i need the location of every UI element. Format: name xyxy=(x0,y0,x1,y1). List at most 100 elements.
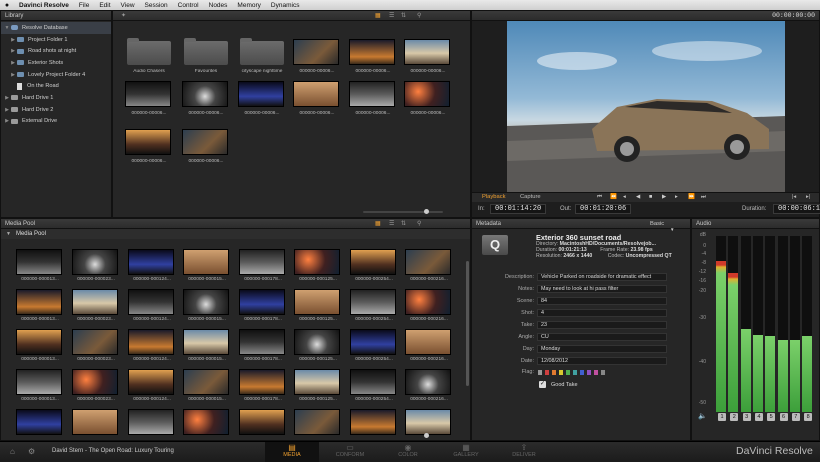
clip-thumbnail[interactable] xyxy=(404,81,450,107)
clip-thumbnail[interactable] xyxy=(293,81,339,107)
media-clip-thumbnail[interactable] xyxy=(405,369,451,395)
play-reverse-icon[interactable]: ◀ xyxy=(636,194,640,200)
tree-item[interactable]: ▼ Resolve Database xyxy=(1,22,111,34)
collapsed-triangle-icon[interactable]: ▶ xyxy=(3,95,11,101)
tree-item[interactable]: On the Road xyxy=(1,80,111,92)
apple-icon[interactable]: ● xyxy=(0,2,14,9)
media-clip-thumbnail[interactable] xyxy=(72,369,118,395)
tree-item[interactable]: ▶ Lovely Project Folder 4 xyxy=(1,69,111,81)
media-clip-thumbnail[interactable] xyxy=(405,409,451,435)
in-timecode[interactable]: 00:01:14:20 xyxy=(490,204,547,214)
pool-zoom-slider-handle[interactable] xyxy=(424,433,429,438)
channel-button[interactable]: 1 xyxy=(718,413,726,421)
tree-item[interactable]: ▶ Project Folder 1 xyxy=(1,34,111,46)
star-icon[interactable]: ✦ xyxy=(121,12,126,19)
tab-media[interactable]: ▤ MEDIA xyxy=(265,442,319,462)
folder-icon[interactable] xyxy=(184,38,228,65)
clip-thumbnail[interactable] xyxy=(182,129,228,155)
flag-icon[interactable] xyxy=(580,370,584,375)
channel-button[interactable]: 8 xyxy=(804,413,813,421)
speaker-icon[interactable]: 🔈 xyxy=(698,412,707,420)
metadata-field-input[interactable]: Monday xyxy=(537,345,667,353)
metadata-field-input[interactable]: Vehicle Parked on roadside for dramatic … xyxy=(537,273,667,281)
search-icon[interactable]: ⚲ xyxy=(417,220,421,227)
media-clip-thumbnail[interactable] xyxy=(405,249,451,275)
folder-icon[interactable] xyxy=(127,38,171,65)
grid-view-icon[interactable]: ▦ xyxy=(375,220,381,227)
mark-out-icon[interactable]: ▸| xyxy=(806,194,810,200)
menu-nodes[interactable]: Nodes xyxy=(204,2,233,9)
tab-color[interactable]: ◉ COLOR xyxy=(381,442,435,462)
flag-icon[interactable] xyxy=(559,370,563,375)
media-clip-thumbnail[interactable] xyxy=(183,369,229,395)
sort-icon[interactable]: ⇅ xyxy=(401,12,406,19)
clip-thumbnail[interactable] xyxy=(125,129,171,155)
tab-playback[interactable]: Playback xyxy=(482,194,506,200)
metadata-field-input[interactable]: 84 xyxy=(537,297,667,305)
jump-start-icon[interactable]: ⏮ xyxy=(597,194,602,201)
out-timecode[interactable]: 00:01:20:06 xyxy=(575,204,632,214)
media-clip-thumbnail[interactable] xyxy=(239,369,285,395)
menu-file[interactable]: File xyxy=(74,2,94,9)
media-clip-thumbnail[interactable] xyxy=(128,249,174,275)
tab-capture[interactable]: Capture xyxy=(520,194,541,200)
metadata-field-input[interactable]: 23 xyxy=(537,321,667,329)
channel-button[interactable]: 6 xyxy=(779,413,788,421)
grid-view-icon[interactable]: ▦ xyxy=(375,12,381,19)
media-clip-thumbnail[interactable] xyxy=(239,409,285,435)
mark-in-icon[interactable]: |◂ xyxy=(792,194,796,200)
tree-item[interactable]: ▶ Hard Drive 1 xyxy=(1,92,111,104)
collapsed-triangle-icon[interactable]: ▶ xyxy=(9,48,17,54)
media-clip-thumbnail[interactable] xyxy=(350,329,396,355)
folder-icon[interactable] xyxy=(240,38,284,65)
flag-icon[interactable] xyxy=(594,370,598,375)
media-clip-thumbnail[interactable] xyxy=(350,369,396,395)
metadata-field-input[interactable]: May need to look at hi pass filter xyxy=(537,285,667,293)
tab-gallery[interactable]: ▦ GALLERY xyxy=(439,442,493,462)
channel-button[interactable]: 2 xyxy=(730,413,739,421)
tab-conform[interactable]: ▭ CONFORM xyxy=(323,442,377,462)
media-clip-thumbnail[interactable] xyxy=(183,249,229,275)
media-clip-thumbnail[interactable] xyxy=(239,249,285,275)
media-clip-thumbnail[interactable] xyxy=(239,329,285,355)
settings-gear-icon[interactable]: ⚙ xyxy=(28,447,35,456)
media-clip-thumbnail[interactable] xyxy=(128,369,174,395)
media-clip-thumbnail[interactable] xyxy=(405,329,451,355)
clip-thumbnail[interactable] xyxy=(349,81,395,107)
list-view-icon[interactable]: ☰ xyxy=(389,220,394,227)
clip-thumbnail[interactable] xyxy=(349,39,395,65)
flag-icon[interactable] xyxy=(587,370,591,375)
media-clip-thumbnail[interactable] xyxy=(350,249,396,275)
media-clip-thumbnail[interactable] xyxy=(294,329,340,355)
metadata-field-input[interactable]: 12/08/2012 xyxy=(537,357,667,365)
metadata-preset-dropdown[interactable]: Basic ▼ xyxy=(650,221,690,233)
jump-end-icon[interactable]: ⏭ xyxy=(701,194,706,201)
menu-control[interactable]: Control xyxy=(173,2,204,9)
collapsed-triangle-icon[interactable]: ▶ xyxy=(3,107,11,113)
media-clip-thumbnail[interactable] xyxy=(128,289,174,315)
search-icon[interactable]: ⚲ xyxy=(417,12,421,19)
media-clip-thumbnail[interactable] xyxy=(72,409,118,435)
collapsed-triangle-icon[interactable]: ▶ xyxy=(9,60,17,66)
collapsed-triangle-icon[interactable]: ▶ xyxy=(9,72,17,78)
expanded-triangle-icon[interactable]: ▼ xyxy=(3,25,11,31)
channel-button[interactable]: 7 xyxy=(791,413,800,421)
flag-icon[interactable] xyxy=(573,370,577,375)
fast-forward-icon[interactable]: ⏩ xyxy=(688,194,695,200)
tree-item[interactable]: ▶ Hard Drive 2 xyxy=(1,104,111,116)
rewind-icon[interactable]: ⏪ xyxy=(610,194,617,200)
media-clip-thumbnail[interactable] xyxy=(405,289,451,315)
clip-thumbnail[interactable] xyxy=(182,81,228,107)
menu-dynamics[interactable]: Dynamics xyxy=(266,2,305,9)
media-clip-thumbnail[interactable] xyxy=(128,329,174,355)
good-take-checkbox[interactable]: ✓ xyxy=(539,381,546,388)
tab-deliver[interactable]: ⇪ DELIVER xyxy=(497,442,551,462)
media-clip-thumbnail[interactable] xyxy=(350,409,396,435)
step-forward-icon[interactable]: ▸ xyxy=(675,194,678,200)
flag-icon[interactable] xyxy=(601,370,605,375)
flag-icon[interactable] xyxy=(552,370,556,375)
app-menu[interactable]: Davinci Resolve xyxy=(14,2,74,9)
step-back-icon[interactable]: ◂ xyxy=(623,194,626,200)
clip-thumbnail[interactable] xyxy=(293,39,339,65)
home-icon[interactable]: ⌂ xyxy=(10,447,15,456)
